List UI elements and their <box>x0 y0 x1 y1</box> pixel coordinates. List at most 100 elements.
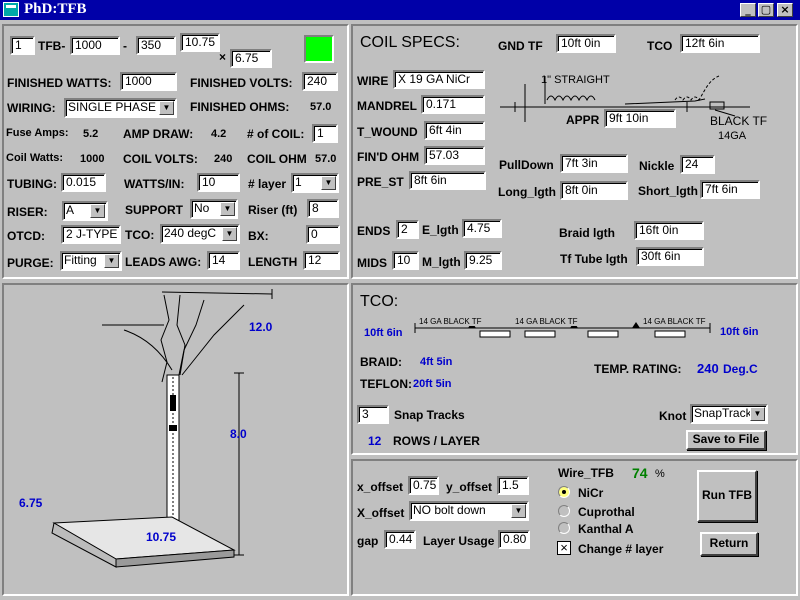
gap-input[interactable]: 0.44 <box>384 530 416 549</box>
tco-select[interactable]: 240 degC ▼ <box>160 224 240 244</box>
wire-input[interactable]: X 19 GA NiCr <box>393 70 485 89</box>
chevron-down-icon[interactable]: ▼ <box>104 254 119 268</box>
height-top-dim: 12.0 <box>249 320 273 334</box>
layer-usage-input[interactable]: 0.80 <box>498 530 530 549</box>
chevron-down-icon[interactable]: ▼ <box>750 407 765 421</box>
coil-volts-value: 240 <box>214 153 233 165</box>
x-offset-input[interactable]: 0.75 <box>408 476 439 495</box>
t-wound-input[interactable]: 6ft 4in <box>424 121 485 140</box>
dim-b-input[interactable]: 6.75 <box>230 49 272 68</box>
riser-ft-input[interactable]: 8 <box>307 199 339 218</box>
wire-tfb-label: Wire_TFB <box>558 466 614 480</box>
count-input[interactable]: 1 <box>10 36 35 55</box>
dim-a-input[interactable]: 10.75 <box>180 33 220 52</box>
X-offset-select[interactable]: NO bolt down ▼ <box>409 501 529 521</box>
radio-cuprothal[interactable] <box>558 505 570 517</box>
nickle-input[interactable]: 24 <box>680 155 715 174</box>
tco-label: TCO: <box>125 228 155 242</box>
wire-tfb-percent: 74 <box>632 465 648 481</box>
length-label: LENGTH <box>248 255 298 269</box>
braid-label: BRAID: <box>360 355 402 369</box>
leads-awg-input[interactable]: 14 <box>207 251 240 270</box>
chevron-down-icon[interactable]: ▼ <box>511 504 526 518</box>
riser-label: RISER: <box>7 205 48 219</box>
support-label: SUPPORT <box>125 203 184 217</box>
length-input[interactable]: 12 <box>303 251 340 270</box>
purge-select[interactable]: Fitting ▼ <box>60 251 122 271</box>
chevron-down-icon[interactable]: ▼ <box>90 204 105 218</box>
otcd-input[interactable]: 2 J-TYPE <box>61 225 121 244</box>
chevron-down-icon[interactable]: ▼ <box>222 227 237 241</box>
coil-tco-input[interactable]: 12ft 6in <box>680 34 760 53</box>
maximize-button[interactable]: ▢ <box>758 3 774 17</box>
black-tf-ga-label: 14GA <box>718 130 747 142</box>
support-select[interactable]: No ▼ <box>190 199 238 219</box>
mids-input[interactable]: 10 <box>392 251 419 270</box>
change-layer-checkbox[interactable]: × <box>557 541 571 555</box>
braid-lgth-input[interactable]: 16ft 0in <box>634 221 704 240</box>
app-icon[interactable] <box>3 2 19 17</box>
finished-watts-input[interactable]: 1000 <box>120 72 177 91</box>
tf-tube-lgth-input[interactable]: 30ft 6in <box>636 247 704 266</box>
coil-watts-value: 1000 <box>80 153 105 165</box>
kanthal-label: Kanthal A <box>578 522 634 536</box>
purge-label: PURGE: <box>7 256 54 270</box>
layer-select[interactable]: 1 ▼ <box>291 173 339 193</box>
layer-usage-label: Layer Usage <box>423 534 495 548</box>
find-ohm-input[interactable]: 57.03 <box>424 146 485 165</box>
braid-value: 4ft 5in <box>420 356 453 368</box>
t-wound-label: T_WOUND <box>357 125 418 139</box>
tubing-input[interactable]: 0.015 <box>61 173 106 192</box>
tfb-watts-input[interactable]: 1000 <box>70 36 120 55</box>
num-coil-input[interactable]: 1 <box>312 124 338 143</box>
ends-input[interactable]: 2 <box>396 220 419 239</box>
wiring-select[interactable]: SINGLE PHASE ▼ <box>64 98 177 118</box>
chevron-down-icon[interactable]: ▼ <box>159 101 174 115</box>
watts-in-label: WATTS/IN: <box>124 177 185 191</box>
times-label: × <box>219 50 227 64</box>
tubing-label: TUBING: <box>7 177 57 191</box>
find-ohm-label: FIN'D OHM <box>357 150 420 164</box>
tco-heading: TCO: <box>360 293 399 310</box>
long-lgth-input[interactable]: 8ft 0in <box>560 181 628 200</box>
chevron-down-icon[interactable]: ▼ <box>220 202 235 216</box>
coil-ohm-label: COIL OHM <box>247 152 307 166</box>
save-to-file-button[interactable]: Save to File <box>686 430 766 450</box>
radio-nicr[interactable] <box>558 486 570 498</box>
close-button[interactable]: × <box>777 3 793 17</box>
minimize-button[interactable]: _ <box>740 3 756 17</box>
bx-input[interactable]: 0 <box>306 225 340 244</box>
amp-draw-value: 4.2 <box>211 128 227 140</box>
run-tfb-button[interactable]: Run TFB <box>697 470 757 522</box>
snap-tracks-input[interactable]: 3 <box>357 405 389 424</box>
short-lgth-input[interactable]: 7ft 6in <box>700 180 760 199</box>
watts-in-input[interactable]: 10 <box>197 173 240 192</box>
appr-input[interactable]: 9ft 10in <box>604 109 676 128</box>
coil-volts-label: COIL VOLTS: <box>123 152 198 166</box>
pulldown-input[interactable]: 7ft 3in <box>560 154 628 173</box>
short-lgth-label: Short_lgth <box>638 184 698 198</box>
tfb-size-input[interactable]: 350 <box>136 36 176 55</box>
cuprothal-label: Cuprothal <box>578 505 635 519</box>
percent-sign: % <box>655 468 665 480</box>
teflon-value: 20ft 5in <box>413 378 452 390</box>
radio-kanthal[interactable] <box>558 522 570 534</box>
finished-volts-input[interactable]: 240 <box>302 72 338 91</box>
gnd-tf-input[interactable]: 10ft 0in <box>556 34 616 53</box>
tco-segment-label-1: 14 GA BLACK TF <box>418 317 483 326</box>
coil-diagram <box>500 75 750 122</box>
chevron-down-icon[interactable]: ▼ <box>321 176 336 190</box>
e-lgth-input[interactable]: 4.75 <box>462 219 502 238</box>
mandrel-input[interactable]: 0.171 <box>421 95 485 114</box>
pre-st-input[interactable]: 8ft 6in <box>409 171 486 190</box>
riser-select[interactable]: A ▼ <box>62 201 108 221</box>
y-offset-input[interactable]: 1.5 <box>497 476 529 495</box>
height-side-dim: 8.0 <box>230 427 247 441</box>
knot-select[interactable]: SnapTrack ▼ <box>690 404 768 424</box>
nickle-label: Nickle <box>639 159 675 173</box>
return-button[interactable]: Return <box>700 532 758 556</box>
purge-value: Fitting <box>64 253 97 267</box>
mids-label: MIDS <box>357 256 387 270</box>
bx-label: BX: <box>248 229 269 243</box>
m-lgth-input[interactable]: 9.25 <box>464 251 502 270</box>
